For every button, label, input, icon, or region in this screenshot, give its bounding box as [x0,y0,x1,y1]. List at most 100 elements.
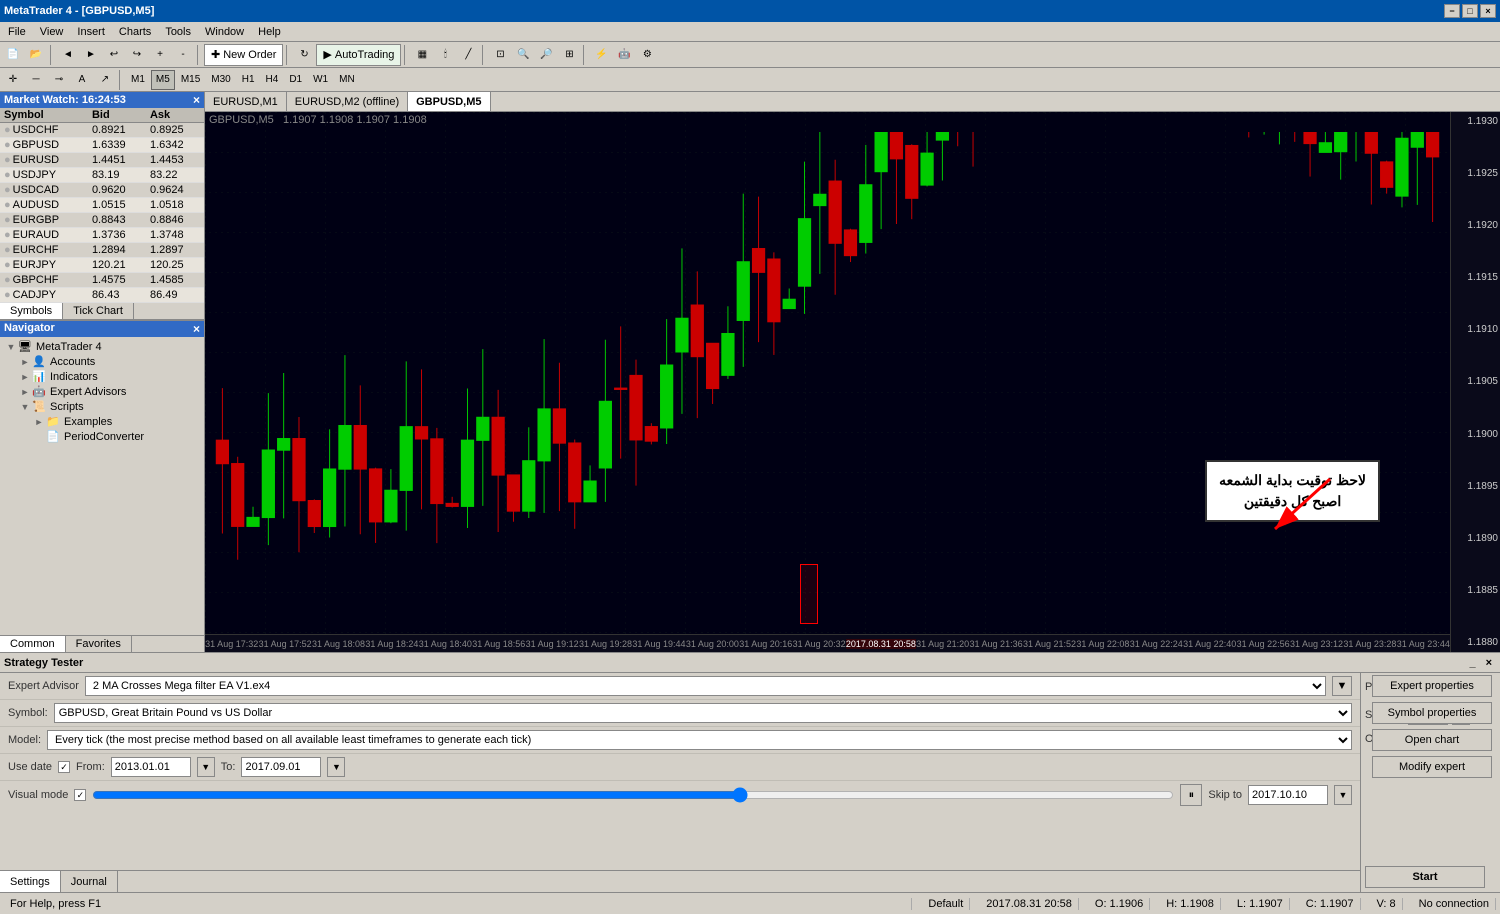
from-date-input[interactable] [111,757,191,777]
strategy-tester-tabs: Settings Journal [0,870,1360,892]
market-watch-row[interactable]: ●GBPUSD1.63391.6342 [0,138,204,153]
period-m1[interactable]: M1 [126,70,150,90]
text-btn[interactable]: A [71,69,93,91]
market-watch-row[interactable]: ●EURUSD1.44511.4453 [0,153,204,168]
tab-tick-chart[interactable]: Tick Chart [63,303,134,319]
open-btn[interactable]: 📂 [25,44,47,66]
chart-symbol-title: GBPUSD,M5 1.1907 1.1908 1.1907 1.1908 [209,114,427,126]
chart-candle-btn[interactable]: 🕯 [434,44,456,66]
window-controls[interactable]: − □ × [1444,4,1496,18]
maximize-button[interactable]: □ [1462,4,1478,18]
menu-help[interactable]: Help [252,25,287,39]
market-watch-row[interactable]: ●USDJPY83.1983.22 [0,168,204,183]
pause-btn[interactable]: ⏸ [1180,784,1202,806]
use-date-checkbox[interactable] [58,761,70,773]
undo-btn[interactable]: ↩ [103,44,125,66]
period-mn[interactable]: MN [334,70,360,90]
model-dropdown[interactable]: Every tick (the most precise method base… [47,730,1352,750]
to-date-picker[interactable]: ▼ [327,757,345,777]
zoom-out-btn[interactable]: - [172,44,194,66]
nav-tree-item-metatrader-4[interactable]: ▼🖥MetaTrader 4 [0,339,204,354]
zoom-out2-btn[interactable]: 🔎 [535,44,557,66]
new-btn[interactable]: 📄 [2,44,24,66]
navigator-close[interactable]: × [193,322,200,336]
nav-tab-common[interactable]: Common [0,636,66,652]
skip-date-picker[interactable]: ▼ [1334,785,1352,805]
market-watch-title: Market Watch: 16:24:53 [4,94,126,106]
chart-tab-gbpusd-m5[interactable]: GBPUSD,M5 [408,92,490,111]
menu-view[interactable]: View [34,25,70,39]
zoom-in-btn[interactable]: + [149,44,171,66]
period-w1[interactable]: W1 [308,70,333,90]
market-watch-row[interactable]: ●EURGBP0.88430.8846 [0,213,204,228]
start-btn[interactable]: Start [1365,866,1485,888]
market-watch-row[interactable]: ●AUDUSD1.05151.0518 [0,198,204,213]
menu-file[interactable]: File [2,25,32,39]
skip-to-input[interactable] [1248,785,1328,805]
minimize-btn[interactable]: _ [1465,657,1479,669]
redo-btn[interactable]: ↪ [126,44,148,66]
ea-btn[interactable]: 🤖 [613,44,635,66]
nav-tree-item-indicators[interactable]: ►📊Indicators [0,369,204,384]
from-date-picker[interactable]: ▼ [197,757,215,777]
refresh-btn[interactable]: ↻ [293,44,315,66]
symbol-dropdown[interactable]: GBPUSD, Great Britain Pound vs US Dollar [54,703,1352,723]
menu-insert[interactable]: Insert [71,25,111,39]
close-btn[interactable]: × [1482,657,1496,669]
grid-btn[interactable]: ⊞ [558,44,580,66]
period-m30[interactable]: M30 [206,70,235,90]
market-watch-row[interactable]: ●EURCHF1.28941.2897 [0,243,204,258]
arrow-btn[interactable]: ↗ [94,69,116,91]
market-watch-row[interactable]: ●USDCHF0.89210.8925 [0,123,204,138]
line-tool-btn[interactable]: ─ [25,69,47,91]
hline-btn[interactable]: ⊸ [48,69,70,91]
menu-window[interactable]: Window [199,25,250,39]
close-button[interactable]: × [1480,4,1496,18]
market-watch-row[interactable]: ●GBPCHF1.45751.4585 [0,273,204,288]
crosshair-btn[interactable]: ✛ [2,69,24,91]
indicators-btn[interactable]: ⚡ [590,44,612,66]
menu-tools[interactable]: Tools [159,25,197,39]
nav-tree-item-expert-advisors[interactable]: ►🤖Expert Advisors [0,384,204,399]
chart-tab-eurusd-m2[interactable]: EURUSD,M2 (offline) [287,92,408,111]
journal-tab[interactable]: Journal [61,871,118,892]
nav-tree-item-examples[interactable]: ►📁Examples [0,414,204,429]
nav-tree-item-periodconverter[interactable]: 📄PeriodConverter [0,429,204,444]
new-order-button[interactable]: ✚ New Order [204,44,283,66]
period-m15[interactable]: M15 [176,70,205,90]
period-d1[interactable]: D1 [284,70,307,90]
market-watch-row[interactable]: ●EURJPY120.21120.25 [0,258,204,273]
chart-tab-eurusd-m1[interactable]: EURUSD,M1 [205,92,287,111]
chart-line-btn[interactable]: ╱ [457,44,479,66]
period-h4[interactable]: H4 [261,70,284,90]
autotrading-button[interactable]: ▶ AutoTrading [316,44,401,66]
period-h1[interactable]: H1 [237,70,260,90]
annotation-line2: اصبح كل دقيقتين [1219,491,1366,512]
ea-settings-btn[interactable]: ▼ [1332,676,1352,696]
forward-btn[interactable]: ► [80,44,102,66]
nav-tree-item-scripts[interactable]: ▼📜Scripts [0,399,204,414]
settings-btn[interactable]: ⚙ [636,44,658,66]
col-symbol: Symbol [0,108,88,123]
ea-dropdown[interactable]: 2 MA Crosses Mega filter EA V1.ex4 [85,676,1326,696]
period-m5[interactable]: M5 [151,70,175,90]
visual-mode-checkbox[interactable] [74,789,86,801]
market-watch-row[interactable]: ●USDCAD0.96200.9624 [0,183,204,198]
to-date-input[interactable] [241,757,321,777]
settings-tab[interactable]: Settings [0,871,61,892]
chart-inner[interactable]: GBPUSD,M5 1.1907 1.1908 1.1907 1.1908 1.… [205,112,1500,652]
nav-tree-item-accounts[interactable]: ►👤Accounts [0,354,204,369]
tab-symbols[interactable]: Symbols [0,303,63,319]
back-btn[interactable]: ◄ [57,44,79,66]
zoom-fit-btn[interactable]: ⊡ [489,44,511,66]
zoom-in2-btn[interactable]: 🔍 [512,44,534,66]
market-watch-close[interactable]: × [193,93,200,107]
speed-slider[interactable] [92,788,1174,802]
chart-bar-btn[interactable]: ▦ [411,44,433,66]
market-watch-row[interactable]: ●EURAUD1.37361.3748 [0,228,204,243]
menu-charts[interactable]: Charts [113,25,157,39]
mw-symbol: ●GBPCHF [0,273,88,288]
nav-tab-favorites[interactable]: Favorites [66,636,132,652]
minimize-button[interactable]: − [1444,4,1460,18]
market-watch-row[interactable]: ●CADJPY86.4386.49 [0,288,204,303]
